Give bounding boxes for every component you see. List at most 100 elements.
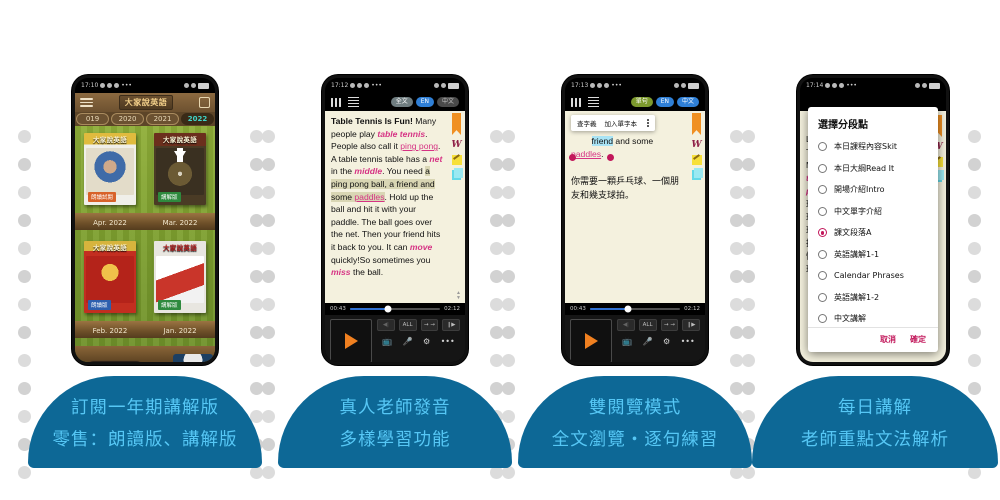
dialog-option[interactable]: 本日大綱Read It xyxy=(818,158,928,180)
translation-line-2: 友和幾支球拍。 xyxy=(571,190,635,201)
lang-toggle-zh[interactable]: 中文 xyxy=(436,97,459,107)
microphone-icon[interactable]: 🎤 xyxy=(403,337,413,346)
card-icon[interactable] xyxy=(452,168,463,180)
progress-track[interactable] xyxy=(589,305,681,313)
lookup-option[interactable]: 查字義 xyxy=(577,118,597,128)
phone-mockup-4: 17:14 ••• Le Ta M xyxy=(797,75,949,365)
repeat-button[interactable]: → → xyxy=(660,319,679,331)
status-time: 17:10 xyxy=(81,82,99,89)
selection-handle-right[interactable] xyxy=(607,154,614,161)
repeat-button[interactable]: → → xyxy=(420,319,439,331)
video-icon[interactable]: 📺 xyxy=(382,337,392,346)
dialog-option[interactable]: 英語講解1-2 xyxy=(818,287,928,309)
microphone-icon[interactable]: 🎤 xyxy=(643,337,653,346)
magazine-cover[interactable]: 大家說英語 講解版 xyxy=(154,133,206,205)
word-icon[interactable]: W xyxy=(691,140,701,150)
progress-knob[interactable] xyxy=(384,305,392,313)
all-button[interactable]: ALL xyxy=(398,319,417,331)
note-icon[interactable] xyxy=(451,155,462,165)
radio-icon[interactable] xyxy=(818,271,827,281)
radio-icon[interactable] xyxy=(818,185,827,195)
dialog-option[interactable]: 本日課程內容Skit xyxy=(818,136,928,158)
reader-toolbar: 全文 EN 中文 xyxy=(325,93,465,111)
card-icon[interactable] xyxy=(692,168,703,180)
columns-icon[interactable] xyxy=(331,97,342,107)
gear-icon[interactable]: ⚙ xyxy=(423,337,430,346)
grid-view-icon[interactable] xyxy=(199,97,210,108)
reading-pane-dual[interactable]: 查字義 加入單字本 all, a friend and some paddles… xyxy=(565,111,705,303)
word-context-menu[interactable]: 查字義 加入單字本 xyxy=(571,115,655,131)
lang-toggle-en[interactable]: EN xyxy=(655,97,674,107)
prev-button[interactable]: ◀| xyxy=(617,319,635,331)
cancel-button[interactable]: 取消 xyxy=(880,334,896,345)
translation-line-1: 你需要一顆乒乓球、一個朋 xyxy=(571,176,680,187)
next-button[interactable]: ❙▶ xyxy=(682,319,700,331)
gear-icon[interactable]: ⚙ xyxy=(663,337,670,346)
columns-icon[interactable] xyxy=(571,97,582,107)
year-tab-bar: 019 2020 2021 2022 xyxy=(75,112,215,126)
status-icon xyxy=(832,83,838,88)
mode-toggle-full[interactable]: 全文 xyxy=(390,97,413,107)
lang-toggle-zh[interactable]: 中文 xyxy=(676,97,699,107)
word-icon[interactable]: W xyxy=(451,140,461,150)
reading-pane[interactable]: Table Tennis Is Fun! Many people play ta… xyxy=(325,111,465,303)
more-icon[interactable]: ••• xyxy=(441,337,455,346)
play-button[interactable] xyxy=(570,319,612,362)
subscribe-button[interactable]: 🛒 訂閱雜誌 xyxy=(85,360,145,362)
magazine-cover[interactable]: 大家說英語 朗讀版 xyxy=(84,241,136,313)
progress-bar-2[interactable]: 00:43 02:12 xyxy=(325,303,465,315)
play-button[interactable] xyxy=(330,319,372,362)
magazine-item[interactable]: 大家說英語 朗讀試閱 xyxy=(82,133,138,205)
more-icon[interactable]: ••• xyxy=(681,337,695,346)
add-to-wordbook-option[interactable]: 加入單字本 xyxy=(605,118,638,128)
dialog-option-list[interactable]: 本日課程內容Skit 本日大綱Read It 開場介紹Intro 中文單字介紹 課文段落… xyxy=(808,136,938,327)
mode-toggle-sentence[interactable]: 單句 xyxy=(630,97,653,107)
list-icon[interactable] xyxy=(588,95,600,108)
magazine-item[interactable]: 大家說英語 朗讀版 xyxy=(82,241,138,313)
dialog-option[interactable]: 英語講解1-1 xyxy=(818,244,928,266)
decorative-bucket xyxy=(173,354,213,362)
confirm-button[interactable]: 確定 xyxy=(910,334,926,345)
radio-icon[interactable] xyxy=(818,292,827,302)
ribbon-icon[interactable] xyxy=(692,113,701,135)
status-overflow: ••• xyxy=(611,82,622,89)
list-icon[interactable] xyxy=(348,95,360,108)
year-tab[interactable]: 019 xyxy=(76,113,109,125)
phone-mockup-1: 17:10 ••• 大家說英語 019 2020 2021 2022 大家說英語… xyxy=(72,75,218,365)
radio-icon[interactable] xyxy=(818,163,827,173)
year-tab[interactable]: 2020 xyxy=(111,113,144,125)
dialog-option[interactable]: 課文段落A xyxy=(818,222,928,244)
radio-icon[interactable] xyxy=(818,142,827,152)
year-tab-active[interactable]: 2022 xyxy=(181,113,214,125)
menu-icon[interactable] xyxy=(80,96,93,110)
magazine-item[interactable]: 大家說英語 講解版 xyxy=(152,133,208,205)
progress-bar-3[interactable]: 00:43 02:12 xyxy=(565,303,705,315)
video-icon[interactable]: 📺 xyxy=(622,337,632,346)
magazine-cover[interactable]: 大家說英語 朗讀試閱 xyxy=(84,133,136,205)
article-segment: the ball. xyxy=(350,267,384,278)
radio-icon[interactable] xyxy=(818,206,827,216)
dialog-option[interactable]: Calendar Phrases xyxy=(818,265,928,287)
note-icon[interactable] xyxy=(691,155,702,165)
progress-track[interactable] xyxy=(349,305,441,313)
reader-toolbar: 單句 EN 中文 xyxy=(565,93,705,111)
selection-handle-left[interactable] xyxy=(569,154,576,161)
more-icon[interactable] xyxy=(647,118,649,128)
dialog-option[interactable]: 開場介紹Intro xyxy=(818,179,928,201)
radio-selected-icon[interactable] xyxy=(818,228,827,238)
all-button[interactable]: ALL xyxy=(638,319,657,331)
selected-word[interactable]: friend xyxy=(591,136,614,146)
dialog-option[interactable]: 中文單字介紹 xyxy=(818,201,928,223)
lang-toggle-en[interactable]: EN xyxy=(415,97,434,107)
prev-button[interactable]: ◀| xyxy=(377,319,395,331)
magazine-cover[interactable]: 大家說英語 講解版 xyxy=(154,241,206,313)
article-segment: quickly!So sometimes you xyxy=(331,254,431,265)
dialog-option[interactable]: 中文講解 xyxy=(818,308,928,327)
radio-icon[interactable] xyxy=(818,314,827,324)
next-button[interactable]: ❙▶ xyxy=(442,319,460,331)
year-tab[interactable]: 2021 xyxy=(146,113,179,125)
magazine-item[interactable]: 大家說英語 講解版 xyxy=(152,241,208,313)
ribbon-icon[interactable] xyxy=(452,113,461,135)
radio-icon[interactable] xyxy=(818,249,827,259)
progress-knob[interactable] xyxy=(624,305,632,313)
